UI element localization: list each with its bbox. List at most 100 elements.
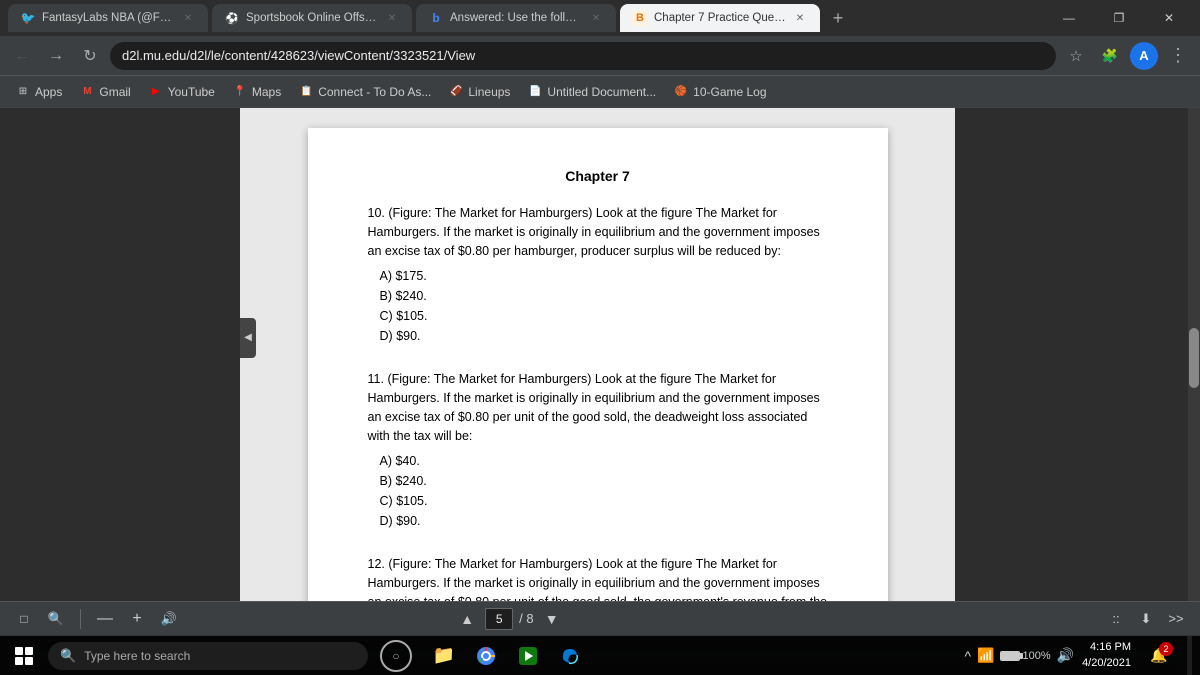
tab-close-4[interactable]: ✕	[792, 10, 808, 26]
bookmark-label-doc: Untitled Document...	[547, 85, 656, 99]
gamelog-icon: 🏀	[674, 85, 688, 99]
minimize-button[interactable]: —	[1046, 4, 1092, 32]
taskbar-edge[interactable]	[550, 636, 590, 675]
tray-icons: ^ 📶 100% 🔊	[964, 647, 1074, 664]
taskbar-apps: 📁	[424, 636, 590, 675]
bookmark-apps[interactable]: ⊞ Apps	[8, 81, 70, 103]
page-navigation: ▲ / 8 ▼	[455, 607, 563, 631]
taskbar-file-explorer[interactable]: 📁	[424, 636, 464, 675]
maps-icon: 📍	[233, 85, 247, 99]
document-toolbar: □ 🔍 — + 🔊 ▲ / 8 ▼ :: ⬇ >>	[0, 601, 1200, 635]
tab-favicon-twitter: 🐦	[20, 10, 36, 26]
taskbar-media-player[interactable]	[508, 636, 548, 675]
plus-zoom-button[interactable]: +	[125, 607, 149, 631]
tab-favicon-chapter: B	[632, 10, 648, 26]
system-clock[interactable]: 4:16 PM 4/20/2021	[1082, 640, 1131, 671]
tab-label-4: Chapter 7 Practice Questions - E...	[654, 12, 786, 24]
close-button[interactable]: ✕	[1146, 4, 1192, 32]
network-icon[interactable]: 📶	[977, 647, 994, 664]
scrollbar-thumb[interactable]	[1189, 328, 1199, 388]
tab-label-3: Answered: Use the following to a...	[450, 12, 582, 24]
tab-chapter7[interactable]: B Chapter 7 Practice Questions - E... ✕	[620, 4, 820, 32]
browser-menu-button[interactable]: ⋮	[1164, 42, 1192, 70]
taskbar: 🔍 Type here to search ○ 📁	[0, 635, 1200, 675]
bookmark-label-youtube: YouTube	[168, 85, 215, 99]
chapter-title: Chapter 7	[368, 168, 828, 184]
q11-choice-b: B) $240.	[380, 471, 828, 491]
address-bar: ← → ↻ ☆ 🧩 A ⋮	[0, 36, 1200, 76]
bookmark-label-gamelog: 10-Game Log	[693, 85, 766, 99]
window-controls: — ❐ ✕	[1046, 4, 1192, 32]
tab-answered[interactable]: b Answered: Use the following to a... ✕	[416, 4, 616, 32]
profile-button[interactable]: A	[1130, 42, 1158, 70]
bookmark-maps[interactable]: 📍 Maps	[225, 81, 289, 103]
connect-icon: 📋	[299, 85, 313, 99]
page-separator: / 8	[519, 611, 533, 626]
question-10-text: 10. (Figure: The Market for Hamburgers) …	[368, 204, 828, 260]
speaker-icon[interactable]: 🔊	[1057, 647, 1074, 664]
page-number-input[interactable]	[485, 608, 513, 630]
q11-choice-a: A) $40.	[380, 451, 828, 471]
nav-down-button[interactable]: ▼	[540, 607, 564, 631]
tab-label-2: Sportsbook Online Offshore Spo...	[246, 12, 378, 24]
reload-button[interactable]: ↻	[76, 42, 104, 70]
tab-close-3[interactable]: ✕	[588, 10, 604, 26]
clock-time: 4:16 PM	[1082, 640, 1131, 655]
find-button[interactable]: 🔍	[44, 607, 68, 631]
question-12: 12. (Figure: The Market for Hamburgers) …	[368, 555, 828, 601]
bookmark-10-game-log[interactable]: 🏀 10-Game Log	[666, 81, 774, 103]
address-input[interactable]	[110, 42, 1056, 70]
tab-favicon-b: b	[428, 10, 444, 26]
scrollbar-track[interactable]	[1188, 108, 1200, 601]
bookmark-label-gmail: Gmail	[99, 85, 130, 99]
minus-zoom-button[interactable]: —	[93, 607, 117, 631]
bookmark-youtube[interactable]: ▶ YouTube	[141, 81, 223, 103]
nav-up-button[interactable]: ▲	[455, 607, 479, 631]
bookmarks-bar: ⊞ Apps M Gmail ▶ YouTube 📍 Maps 📋 Connec…	[0, 76, 1200, 108]
youtube-icon: ▶	[149, 85, 163, 99]
bookmark-label-apps: Apps	[35, 85, 62, 99]
start-button[interactable]	[0, 636, 48, 675]
gmail-icon: M	[80, 85, 94, 99]
fullscreen-button[interactable]: ::	[1104, 607, 1128, 631]
audio-button[interactable]: 🔊	[157, 607, 181, 631]
bookmark-star-icon[interactable]: ☆	[1062, 42, 1090, 70]
tray-up-arrow[interactable]: ^	[964, 648, 971, 664]
forward-button[interactable]: →	[42, 42, 70, 70]
new-tab-button[interactable]: +	[824, 4, 852, 32]
tab-close-2[interactable]: ✕	[384, 10, 400, 26]
taskbar-search[interactable]: 🔍 Type here to search	[48, 642, 368, 670]
toolbar-separator-1	[80, 609, 81, 629]
tab-sportsbook[interactable]: ⚽ Sportsbook Online Offshore Spo... ✕	[212, 4, 412, 32]
bookmark-gmail[interactable]: M Gmail	[72, 81, 138, 103]
page-view-toggle[interactable]: □	[12, 607, 36, 631]
q10-choice-c: C) $105.	[380, 306, 828, 326]
expand-button[interactable]: >>	[1164, 607, 1188, 631]
tab-label-1: FantasyLabs NBA (@FantasyLab...	[42, 12, 174, 24]
back-button[interactable]: ←	[8, 42, 36, 70]
show-desktop-button[interactable]	[1187, 636, 1192, 675]
battery-indicator[interactable]: 100%	[1000, 650, 1050, 662]
q11-choice-d: D) $90.	[380, 511, 828, 531]
windows-logo-icon	[15, 647, 33, 665]
bookmark-lineups[interactable]: 🏈 Lineups	[441, 81, 518, 103]
download-button[interactable]: ⬇	[1134, 607, 1158, 631]
right-panel	[955, 108, 1200, 601]
taskbar-search-placeholder: Type here to search	[84, 649, 190, 663]
document-page: Chapter 7 10. (Figure: The Market for Ha…	[308, 128, 888, 601]
extensions-icon[interactable]: 🧩	[1096, 42, 1124, 70]
lineups-icon: 🏈	[449, 85, 463, 99]
bookmark-label-lineups: Lineups	[468, 85, 510, 99]
taskbar-chrome[interactable]	[466, 636, 506, 675]
bookmark-untitled-doc[interactable]: 📄 Untitled Document...	[520, 81, 664, 103]
battery-percent: 100%	[1022, 650, 1050, 662]
maximize-button[interactable]: ❐	[1096, 4, 1142, 32]
tab-close-1[interactable]: ✕	[180, 10, 196, 26]
system-tray: ^ 📶 100% 🔊 4:16 PM 4/20/2021 🔔 2	[964, 636, 1200, 675]
cortana-button[interactable]: ○	[380, 640, 412, 672]
notifications-button[interactable]: 🔔 2	[1139, 636, 1179, 675]
battery-icon	[1000, 651, 1020, 661]
tab-fantasylabs[interactable]: 🐦 FantasyLabs NBA (@FantasyLab... ✕	[8, 4, 208, 32]
left-panel-toggle[interactable]: ◀	[240, 318, 256, 358]
bookmark-connect[interactable]: 📋 Connect - To Do As...	[291, 81, 439, 103]
